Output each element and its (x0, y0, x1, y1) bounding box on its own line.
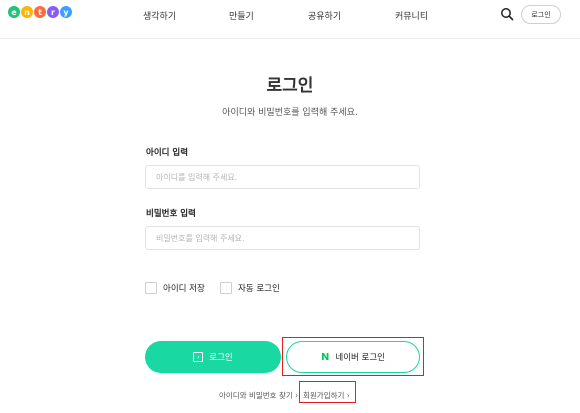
entry-logo[interactable]: e n t r y (8, 6, 72, 18)
header-login-button[interactable]: 로그인 (521, 5, 561, 24)
logo-letter-y: y (60, 6, 72, 18)
naver-logo-icon: N (321, 351, 330, 363)
login-button-label: 로그인 (209, 353, 233, 363)
auto-login-label: 자동 로그인 (238, 284, 280, 294)
auto-login-checkbox-box[interactable] (220, 282, 232, 294)
logo-letter-e: e (8, 6, 20, 18)
signup-link[interactable]: 회원가입하기 › (303, 390, 350, 401)
page-title: 로그인 (266, 76, 314, 96)
login-button[interactable]: › 로그인 (145, 341, 281, 373)
nav-share[interactable]: 공유하기 (308, 9, 341, 22)
top-header: e n t r y 생각하기 만들기 공유하기 커뮤니티 로그인 (0, 0, 580, 39)
naver-login-label: 네이버 로그인 (335, 353, 385, 363)
auto-login-checkbox[interactable]: 자동 로그인 (220, 282, 280, 294)
id-input[interactable] (145, 165, 420, 189)
page-subtitle: 아이디와 비밀번호를 입력해 주세요. (222, 108, 358, 118)
save-id-label: 아이디 저장 (163, 284, 205, 294)
search-icon[interactable] (500, 7, 514, 21)
find-id-password-link[interactable]: 아이디와 비밀번호 찾기 › (219, 390, 298, 401)
login-icon: › (193, 352, 204, 362)
save-id-checkbox[interactable]: 아이디 저장 (145, 282, 205, 294)
save-id-checkbox-box[interactable] (145, 282, 157, 294)
naver-login-button[interactable]: N 네이버 로그인 (286, 341, 420, 373)
nav-community[interactable]: 커뮤니티 (395, 9, 428, 22)
password-input[interactable] (145, 226, 420, 250)
nav-make[interactable]: 만들기 (229, 9, 254, 22)
logo-letter-n: n (21, 6, 33, 18)
password-field-label: 비밀번호 입력 (146, 209, 196, 219)
logo-letter-t: t (34, 6, 46, 18)
logo-letter-r: r (47, 6, 59, 18)
id-field-label: 아이디 입력 (146, 148, 189, 158)
nav-think[interactable]: 생각하기 (143, 9, 176, 22)
